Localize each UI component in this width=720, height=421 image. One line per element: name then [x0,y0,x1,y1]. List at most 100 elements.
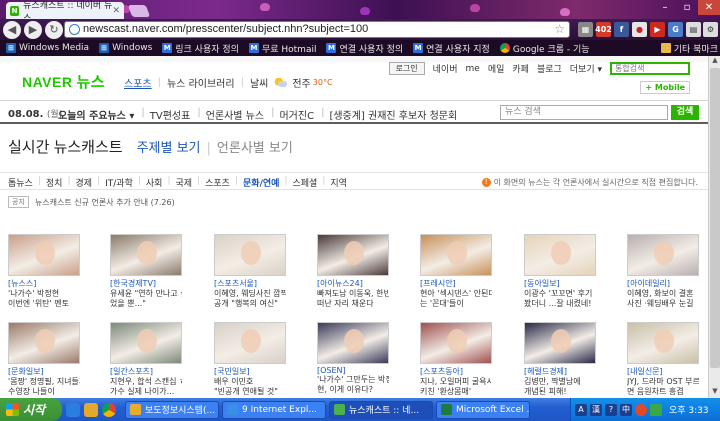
tv-schedule-link[interactable]: TV편성표 [150,107,191,122]
news-card[interactable]: [스포츠동아] 지나, 오일머피 굴욕시 키친 '환상몸매' [420,322,492,397]
news-headline[interactable]: 개념된 피해! [524,387,596,397]
news-card[interactable]: [내일신문] JYJ, 드라마 OST 부르 면 음원차트 흥겹 [627,322,699,397]
news-headline[interactable]: '나가수' 박정현 [8,289,80,299]
page-menu-icon[interactable]: ▤ [686,22,701,37]
bookmark-other[interactable]: 기타 북마크 [660,42,718,55]
chrome-quicklaunch-icon[interactable] [102,402,116,417]
news-headline[interactable]: 지현우, 합석 스캔십 ㅎ [110,377,182,387]
news-card[interactable]: [OSEN] '나가수' 그만두는 박정 현, 이게 이유다? [317,322,389,395]
youtube-icon[interactable]: ▶ [650,22,665,37]
news-headline[interactable]: 떠난 자리 채운다 [317,299,389,309]
news-headline[interactable]: 유세윤 "연하 만나고 싶 [110,289,182,299]
today-main-news-menu[interactable]: 오늘의 주요뉴스 ▾ [58,107,134,122]
tray-network-icon[interactable] [650,403,662,416]
news-source[interactable]: [아이데일리] [627,278,699,289]
news-source[interactable]: [한국경제TV] [110,278,182,289]
news-card[interactable]: [아이뉴스24] 빠져도남 이동욱, 한빈 떠난 자리 채운다 [317,234,389,309]
taskbar-button[interactable]: 보도정보시스템(... [125,400,219,419]
tray-security-icon[interactable] [635,403,647,416]
view-by-press-tab[interactable]: 언론사별 보기 [217,137,293,156]
news-headline[interactable]: 공개 "행복의 여신" [214,299,286,309]
news-card[interactable]: [한국경제TV] 유세윤 "연하 만나고 싶 었을 뿐..." [110,234,182,309]
forward-icon[interactable]: ▶ [24,20,42,39]
news-headline[interactable]: 면 음원차트 흥겹 [627,387,699,397]
gmail-icon[interactable]: 402 [595,22,612,37]
menu-weather[interactable]: 날씨 [250,75,268,90]
news-thumbnail[interactable] [8,234,80,276]
close-tab-icon[interactable]: ✕ [112,6,120,16]
scrollbar-thumb[interactable] [710,68,720,368]
news-headline[interactable]: 배우 이민호 [214,377,286,387]
news-thumbnail[interactable] [110,234,182,276]
news-search-button[interactable]: 검색 [671,105,699,120]
news-search-input[interactable]: 뉴스 검색 [500,105,668,120]
news-thumbnail[interactable] [214,322,286,364]
bookmark-link-custom-2[interactable]: M 연결 사용자 정의 [326,42,403,55]
star-icon[interactable]: ☆ [554,22,565,37]
news-headline[interactable]: 이광수 '꼬꼬면' 후기 [524,289,596,299]
news-source[interactable]: [일간스포츠] [110,366,182,377]
category-tab[interactable]: 경제 [76,176,93,189]
news-source[interactable]: [동아일보] [524,278,596,289]
news-source[interactable]: [스포츠서울] [214,278,286,289]
category-tab[interactable]: 사회 [146,176,163,189]
news-headline[interactable]: 현, 이게 이유다? [317,385,389,395]
news-source[interactable]: [프레시안] [420,278,492,289]
tray-help-icon[interactable]: ? [605,403,617,416]
bookmark-chrome-features[interactable]: Google 크롬 - 기능 [499,42,590,55]
maximize-icon[interactable]: ▫ [676,0,698,15]
news-headline[interactable]: 이혜영, 웨딩사진 깜짝 [214,289,286,299]
news-thumbnail[interactable] [317,234,389,276]
category-tab[interactable]: 지역 [330,176,347,189]
clock[interactable]: 오후 3:33 [669,403,709,416]
category-tab[interactable]: IT/과학 [105,176,133,189]
integrated-search-input[interactable]: 통합검색 [610,62,690,75]
mobile-button[interactable]: + Mobile [640,81,690,94]
facebook-icon[interactable]: f [614,22,629,37]
taskbar-button[interactable]: Microsoft Excel ... [436,400,530,419]
news-headline[interactable]: 가수 실제 나이가... [110,387,182,397]
weather-widget[interactable]: 전주 30°C [274,75,338,90]
news-headline[interactable]: '몸짱' 정명필, 지녀들과 [8,377,80,387]
bookmark-link-custom[interactable]: M 링크 사용자 정의 [162,42,239,55]
wrench-icon[interactable]: ⚙ [703,22,718,37]
news-thumbnail[interactable] [627,322,699,364]
scroll-down-icon[interactable]: ▼ [709,387,720,398]
scroll-up-icon[interactable]: ▲ [709,56,720,67]
news-headline[interactable]: 빠져도남 이동욱, 한빈 [317,289,389,299]
tray-ime-chinese-icon[interactable]: 中 [620,403,632,416]
news-thumbnail[interactable] [627,234,699,276]
category-tab[interactable]: 문화/연예 [243,176,279,189]
new-tab-button[interactable] [127,5,151,17]
bookmark-windows[interactable]: ⊞ Windows [99,43,152,53]
menu-sports[interactable]: 스포츠 [124,75,152,90]
news-card[interactable]: [프레시안] 현아 '섹시댄스' 안된다 는 '꼰대'들이 [420,234,492,309]
news-thumbnail[interactable] [8,322,80,364]
news-source[interactable]: [스포츠동아] [420,366,492,377]
news-source[interactable]: [문화일보] [8,366,80,377]
extension-red-icon[interactable]: ● [632,22,647,37]
bookmark-link-custom-3[interactable]: M 연결 사용자 지정 [413,42,490,55]
news-thumbnail[interactable] [110,322,182,364]
news-card[interactable]: [아이데일리] 이혜영, 화보이 결혼 사진 ·웨딩배우 눈길 [627,234,699,309]
press-news-link[interactable]: 언론사별 뉴스 [206,107,264,122]
tray-ime-hanja-icon[interactable]: 漢 [590,403,602,416]
news-headline[interactable]: 었을 뿐..." [110,299,182,309]
news-card[interactable]: [국민일보] 배우 이민호 "빈공개 연애될 것" [214,322,286,397]
nav-more-link[interactable]: 더보기 ▾ [570,62,602,75]
news-card[interactable]: [헤럴드경제] 김병만, 짝별남에 개념된 피해! [524,322,596,397]
magazine-link[interactable]: 머거진C [279,107,314,122]
minimize-icon[interactable]: – [654,0,676,15]
news-thumbnail[interactable] [317,322,389,364]
tab-newscast[interactable]: N 뉴스캐스트 :: 네이버 뉴스 ✕ [6,1,124,24]
category-tab[interactable]: 톱뉴스 [8,176,33,189]
news-source[interactable]: [뉴스스] [8,278,80,289]
folder-quicklaunch-icon[interactable] [84,402,98,417]
news-headline[interactable]: "빈공개 연애될 것" [214,387,286,397]
news-thumbnail[interactable] [214,234,286,276]
menu-news-library[interactable]: 뉴스 라이브러리 [167,75,235,90]
extension-blue-icon[interactable]: G [668,22,683,37]
news-headline[interactable]: 는 '꼰대'들이 [420,299,492,309]
naver-news-logo[interactable]: NAVER 뉴스 [22,71,105,92]
news-headline[interactable]: 현아 '섹시댄스' 안된다 [420,289,492,299]
